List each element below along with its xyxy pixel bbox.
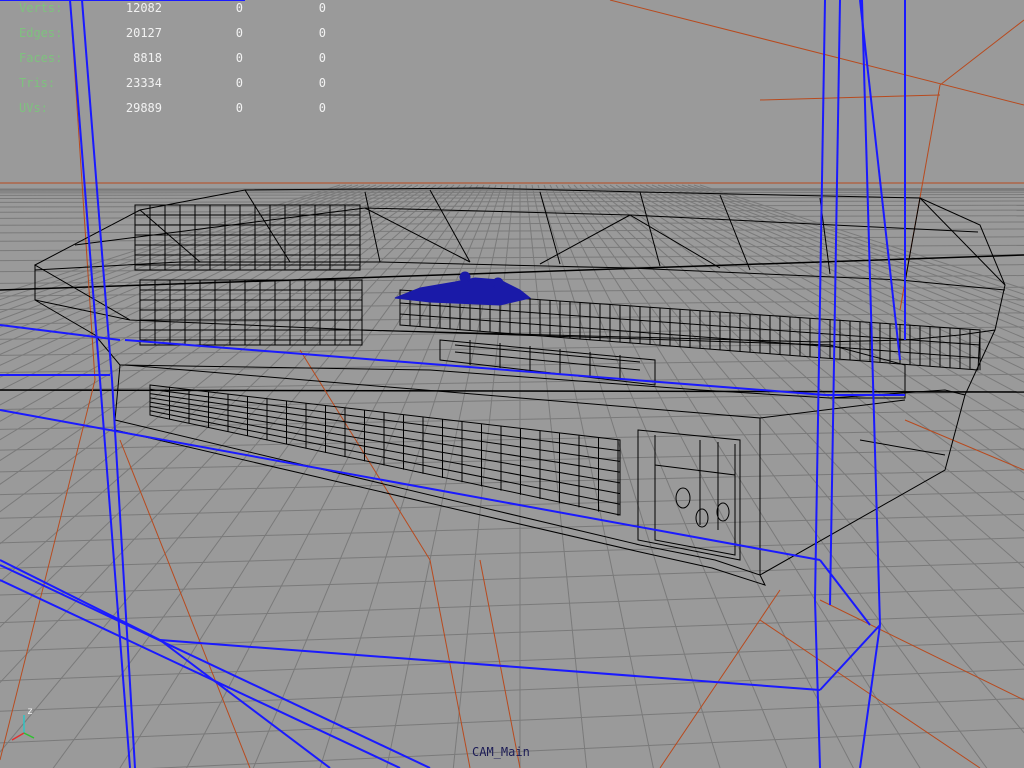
hud-value: 0 [318,1,326,15]
hud-value: 0 [235,51,243,65]
hud-label: Faces: [19,51,63,65]
grid-line [0,194,1024,196]
grid-line [0,228,1024,234]
grid-line [0,184,383,346]
grid-line [0,215,1024,219]
grid-line [0,640,1024,682]
hud-row-uvs: UVs: 29889 0 0 [0,98,340,118]
light-guide-line [609,0,1024,106]
hud-value: 29889 [125,101,162,115]
hud-label: UVs: [19,101,48,115]
grid-line [0,613,1024,652]
hud-value: 20127 [125,26,162,40]
frustum-edge [0,559,161,641]
axis-z-label: z [27,706,33,717]
hud-value: 0 [318,76,326,90]
grid-line [0,184,341,295]
hud-label: Tris: [19,76,56,90]
model-io-panel [637,429,741,561]
grid-line [0,184,461,628]
frustum-edge [814,0,826,601]
hud-value: 0 [318,26,326,40]
grid-axis-z [0,389,1024,393]
frustum-edge [859,0,901,361]
grid-line [0,184,389,356]
hud-row-edges: Edges: 20127 0 0 [0,23,340,43]
hud-label: Verts: [19,1,63,15]
poly-count-hud: Verts: 12082 0 0 Edges: 20127 0 0 Faces:… [0,0,340,120]
frustum-edge [814,599,821,768]
hud-value: 0 [318,101,326,115]
grid-line [0,196,1024,200]
hud-row-verts: Verts: 12082 0 0 [0,0,340,18]
frustum-edge [829,0,841,606]
hud-row-faces: Faces: 8818 0 0 [0,48,340,68]
grid-line [0,587,1024,624]
selected-knob-left[interactable] [459,271,471,283]
grid-line [657,184,1024,339]
grid-line [0,184,419,422]
frustum-edge [159,639,821,691]
camera-name-label: CAM_Main [472,745,530,759]
hud-value: 23334 [125,76,162,90]
hud-row-tris: Tris: 23334 0 0 [0,73,340,93]
selected-button-cluster[interactable] [394,277,532,306]
selected-components[interactable] [394,271,532,306]
grid-line [0,184,353,307]
grid-line [0,409,1024,430]
grid-line [0,537,1024,569]
grid-line [603,184,1024,474]
frustum-edge [0,409,821,561]
light-guide-line [904,419,1024,471]
grid-line [0,191,1024,194]
selected-knob-right[interactable] [492,277,504,289]
hud-value: 0 [235,76,243,90]
hud-value: 12082 [125,1,162,15]
frustum-edge [859,624,881,768]
hud-label: Edges: [19,26,63,40]
frustum-edge [819,559,871,626]
hud-value: 0 [235,101,243,115]
model-body-front [114,419,766,586]
hud-value: 8818 [133,51,162,65]
light-guide-line [939,19,1024,86]
light-guide-line [759,94,941,101]
model-body-panel [124,364,906,575]
3d-viewport[interactable]: z Verts: 12082 0 0 Edges: 20127 0 0 Face… [0,0,1024,768]
hud-value: 0 [235,26,243,40]
grid-line [0,236,1024,242]
light-guide-line [0,379,96,761]
grid-line [0,448,1024,473]
hud-value: 0 [235,1,243,15]
grid-line [0,184,359,313]
hud-value: 0 [318,51,326,65]
